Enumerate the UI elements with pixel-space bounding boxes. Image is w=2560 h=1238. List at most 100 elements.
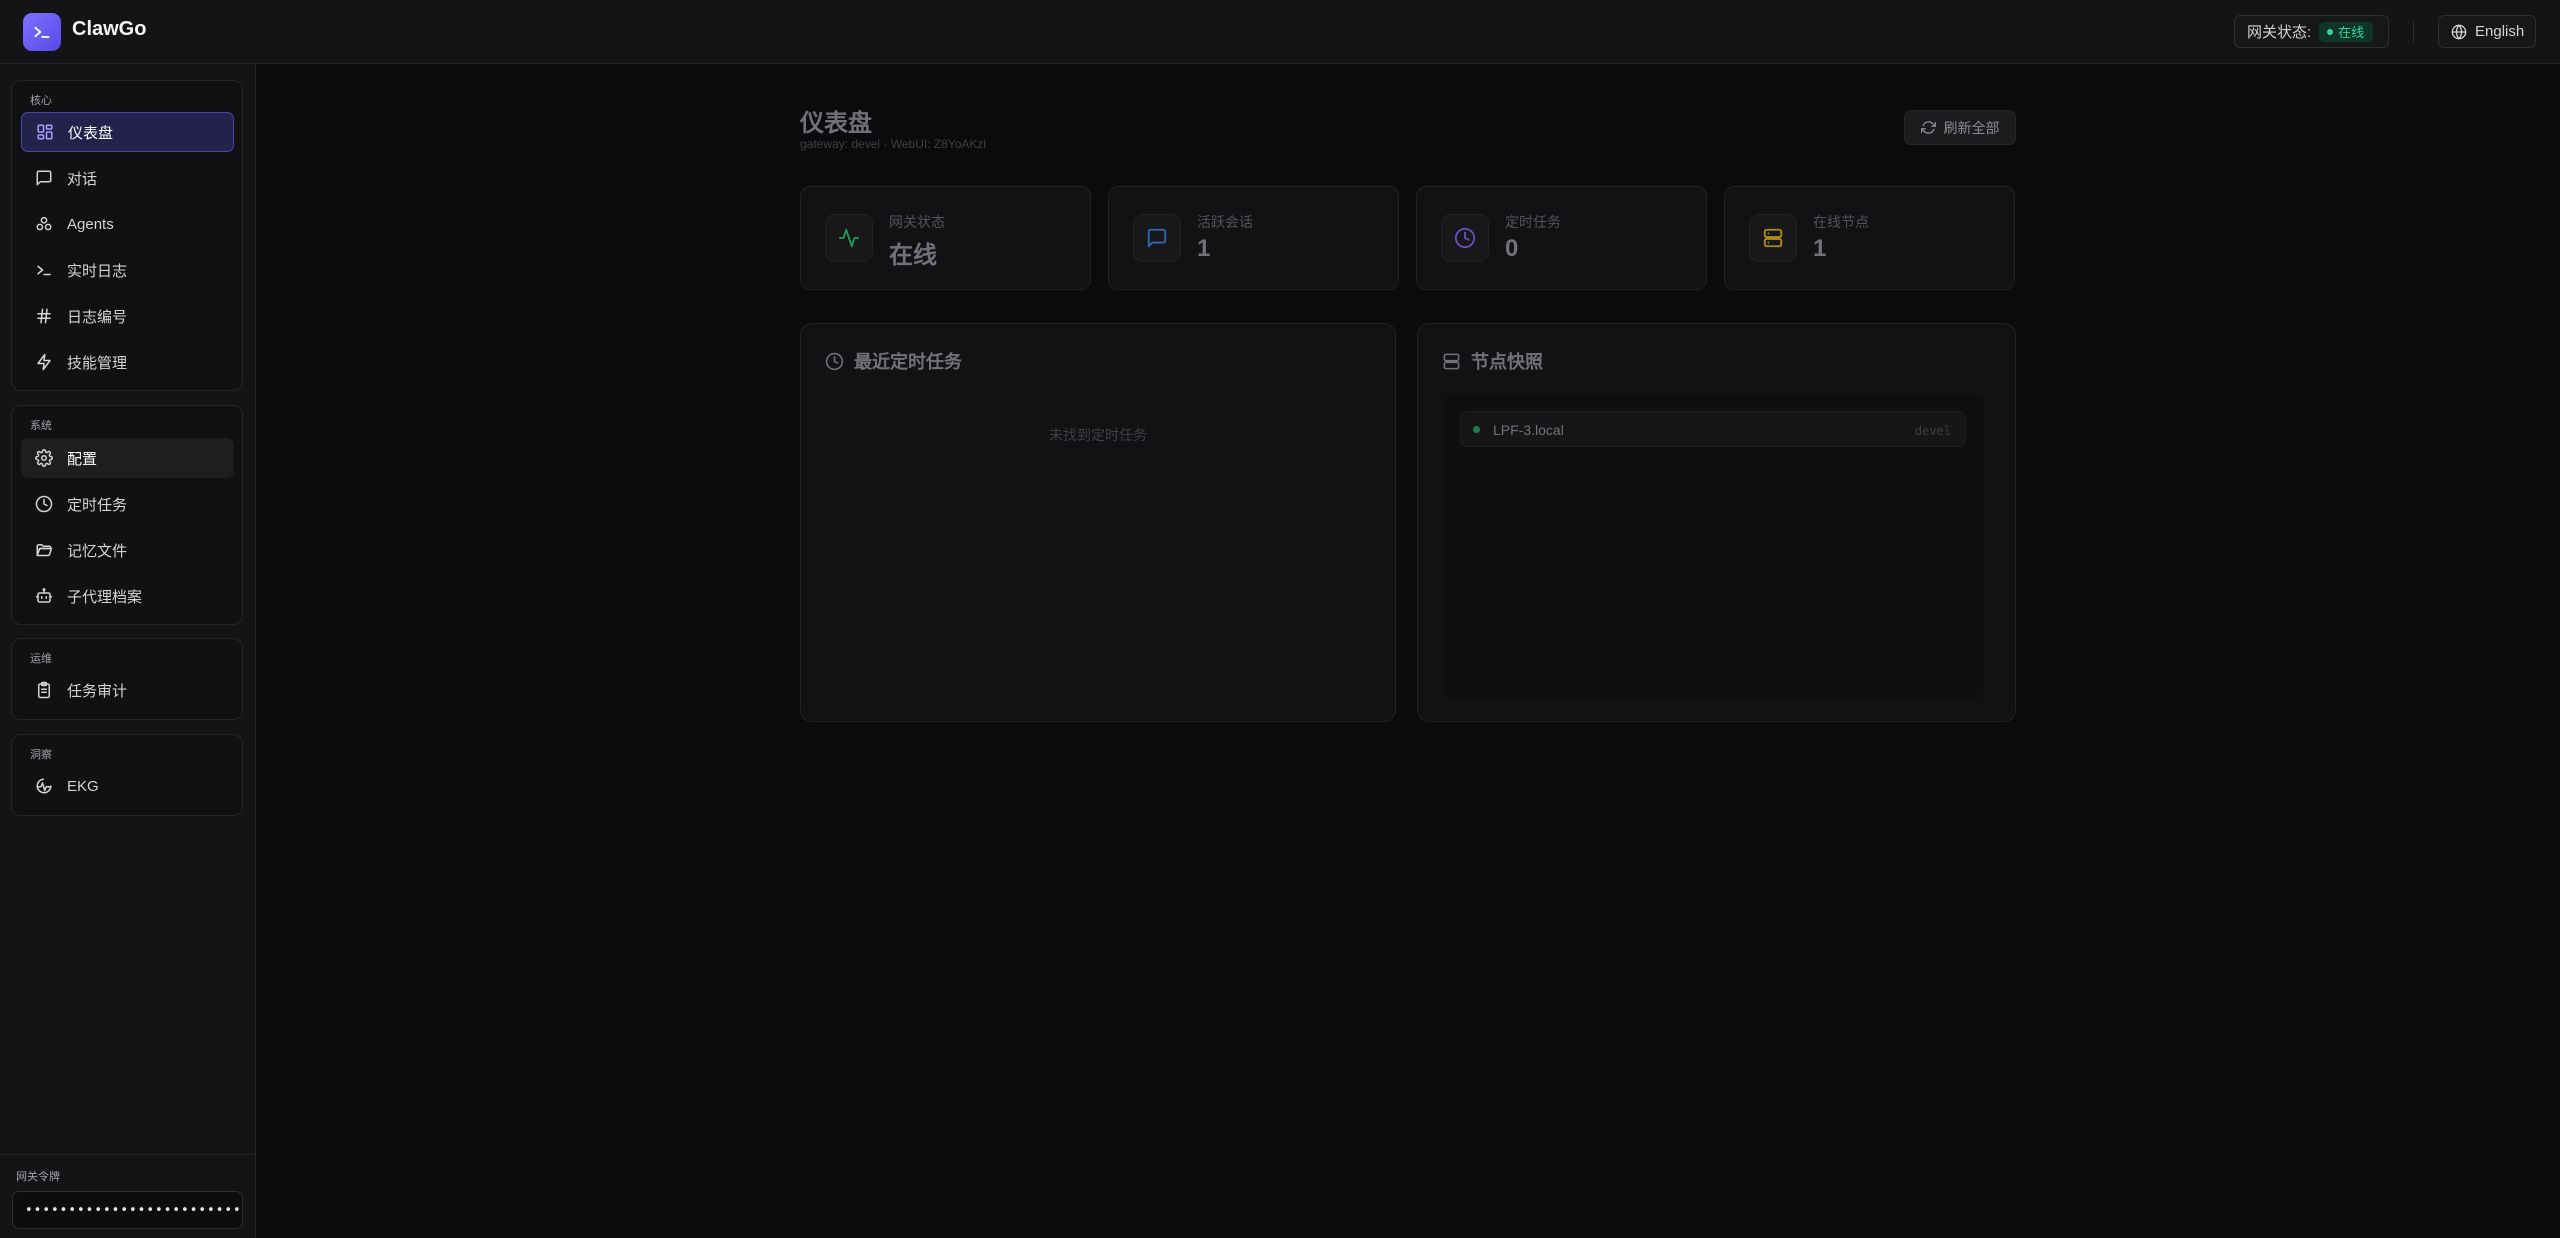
agents-icon — [36, 216, 52, 231]
node-name: LPF-3.local — [1493, 422, 1564, 438]
status-dot — [2327, 28, 2334, 35]
sidebar-item-memory-files[interactable]: 记忆文件 — [21, 530, 234, 570]
gateway-token-area: 网关令牌 — [0, 1154, 255, 1238]
stat-icon-box — [1133, 214, 1181, 262]
stat-card-gateway-status: 网关状态 在线 — [800, 186, 1091, 290]
panel-title-text: 节点快照 — [1471, 352, 1543, 372]
stat-label: 活跃会话 — [1197, 214, 1253, 230]
sidebar-item-label: 对话 — [67, 170, 98, 188]
sidebar-item-skills[interactable]: 技能管理 — [21, 342, 234, 382]
gateway-status: 网关状态: 在线 — [2234, 15, 2389, 48]
sidebar-item-label: 配置 — [67, 450, 98, 468]
stat-value: 1 — [1813, 235, 1827, 262]
brand-name: ClawGo — [72, 18, 147, 40]
group-title: 核心 — [30, 95, 52, 107]
sidebar-item-label: 日志编号 — [67, 308, 128, 326]
sidebar-item-ekg[interactable]: EKG — [21, 766, 234, 806]
node-status-dot — [1473, 426, 1480, 433]
top-bar: ClawGo 网关状态: 在线 English — [0, 0, 2560, 64]
sidebar-item-config[interactable]: 配置 — [21, 438, 234, 478]
clock-icon — [1454, 227, 1476, 249]
logo — [23, 13, 61, 51]
clock-icon — [825, 352, 844, 370]
node-list: LPF-3.local devel — [1443, 394, 1984, 699]
status-badge: 在线 — [2319, 21, 2374, 42]
refresh-all-label: 刷新全部 — [1943, 119, 2000, 136]
divider — [2413, 22, 2414, 42]
stat-card-online-nodes: 在线节点 1 — [1724, 186, 2015, 290]
stat-value: 1 — [1197, 235, 1211, 262]
sidebar-item-live-logs[interactable]: 实时日志 — [21, 250, 234, 290]
stat-card-cron-tasks: 定时任务 0 — [1416, 186, 1707, 290]
folder-icon — [36, 544, 53, 557]
terminal-icon — [37, 265, 51, 276]
stat-icon-box — [1441, 214, 1489, 262]
refresh-icon — [1920, 121, 1936, 134]
stat-label: 在线节点 — [1813, 214, 1869, 230]
robot-icon — [35, 588, 53, 603]
empty-state-text: 未找到定时任务 — [1049, 427, 1147, 443]
clipboard-icon — [38, 681, 50, 699]
language-label: English — [2475, 23, 2525, 40]
sidebar-item-label: 记忆文件 — [67, 542, 128, 560]
sidebar-item-task-audit[interactable]: 任务审计 — [21, 670, 234, 710]
group-title: 洞察 — [30, 749, 52, 761]
nav-group-insight: 洞察 EKG — [11, 734, 243, 816]
stat-label: 网关状态 — [889, 214, 945, 230]
sidebar-item-label: 实时日志 — [67, 262, 128, 280]
globe-icon — [2451, 24, 2467, 39]
stat-value: 在线 — [889, 242, 937, 269]
nav-group-ops: 运维 任务审计 — [11, 638, 243, 720]
node-snapshot-panel: 节点快照 LPF-3.local devel — [1417, 323, 2016, 722]
panel-title: 最近定时任务 — [825, 348, 962, 374]
stat-value: 0 — [1505, 235, 1519, 262]
activity-icon — [838, 228, 860, 248]
server-icon — [1763, 228, 1783, 248]
sidebar-item-label: Agents — [67, 215, 114, 233]
chat-icon — [36, 170, 52, 186]
hash-icon — [37, 308, 51, 324]
gateway-token-input[interactable] — [12, 1191, 243, 1229]
group-title: 系统 — [30, 420, 52, 432]
stat-label: 定时任务 — [1505, 214, 1561, 230]
sidebar-item-label: 仪表盘 — [68, 124, 114, 142]
sidebar-item-label: 定时任务 — [67, 496, 128, 514]
gear-icon — [35, 449, 53, 467]
language-button[interactable]: English — [2438, 15, 2536, 48]
sidebar-item-label: 子代理档案 — [67, 588, 143, 606]
sidebar-item-agents[interactable]: Agents — [21, 204, 234, 244]
refresh-all-button[interactable]: 刷新全部 — [1904, 110, 2016, 145]
panel-title-text: 最近定时任务 — [854, 352, 962, 372]
sidebar-item-label: EKG — [67, 777, 99, 795]
sidebar: 核心 仪表盘 对话 Agents 实时日志 日志编号 技能管理 系统 配置 定时… — [0, 64, 256, 1238]
group-title: 运维 — [30, 653, 52, 665]
page-subtitle: gateway: devel · WebUI: Z8YoAKzl — [800, 137, 987, 151]
terminal-icon — [34, 26, 50, 38]
node-row[interactable]: LPF-3.local devel — [1460, 411, 1966, 447]
sidebar-item-subagent-profiles[interactable]: 子代理档案 — [21, 576, 234, 616]
stat-icon-box — [1749, 214, 1797, 262]
dashboard-icon — [37, 124, 53, 140]
clock-icon — [35, 495, 53, 513]
sidebar-item-chat[interactable]: 对话 — [21, 158, 234, 198]
recent-cron-panel: 最近定时任务 未找到定时任务 — [800, 323, 1396, 722]
sidebar-item-label: 技能管理 — [67, 354, 128, 372]
node-tag: devel — [1914, 424, 1951, 438]
sidebar-item-dashboard[interactable]: 仪表盘 — [21, 112, 234, 152]
gateway-status-label: 网关状态: — [2247, 24, 2312, 41]
page-title: 仪表盘 — [800, 110, 872, 137]
sidebar-item-cron[interactable]: 定时任务 — [21, 484, 234, 524]
ekg-icon — [36, 778, 52, 794]
server-icon — [1443, 353, 1460, 369]
nav-group-system: 系统 配置 定时任务 记忆文件 子代理档案 — [11, 405, 243, 625]
sidebar-item-log-codes[interactable]: 日志编号 — [21, 296, 234, 336]
stat-icon-box — [825, 214, 873, 262]
panel-title: 节点快照 — [1442, 348, 1543, 374]
nav-group-core: 核心 仪表盘 对话 Agents 实时日志 日志编号 技能管理 — [11, 80, 243, 391]
gateway-token-label: 网关令牌 — [16, 1171, 60, 1183]
lightning-icon — [37, 353, 51, 371]
sidebar-item-label: 任务审计 — [67, 682, 128, 700]
stat-card-active-sessions: 活跃会话 1 — [1108, 186, 1399, 290]
chat-icon — [1147, 228, 1167, 248]
status-badge-text: 在线 — [2338, 25, 2365, 40]
